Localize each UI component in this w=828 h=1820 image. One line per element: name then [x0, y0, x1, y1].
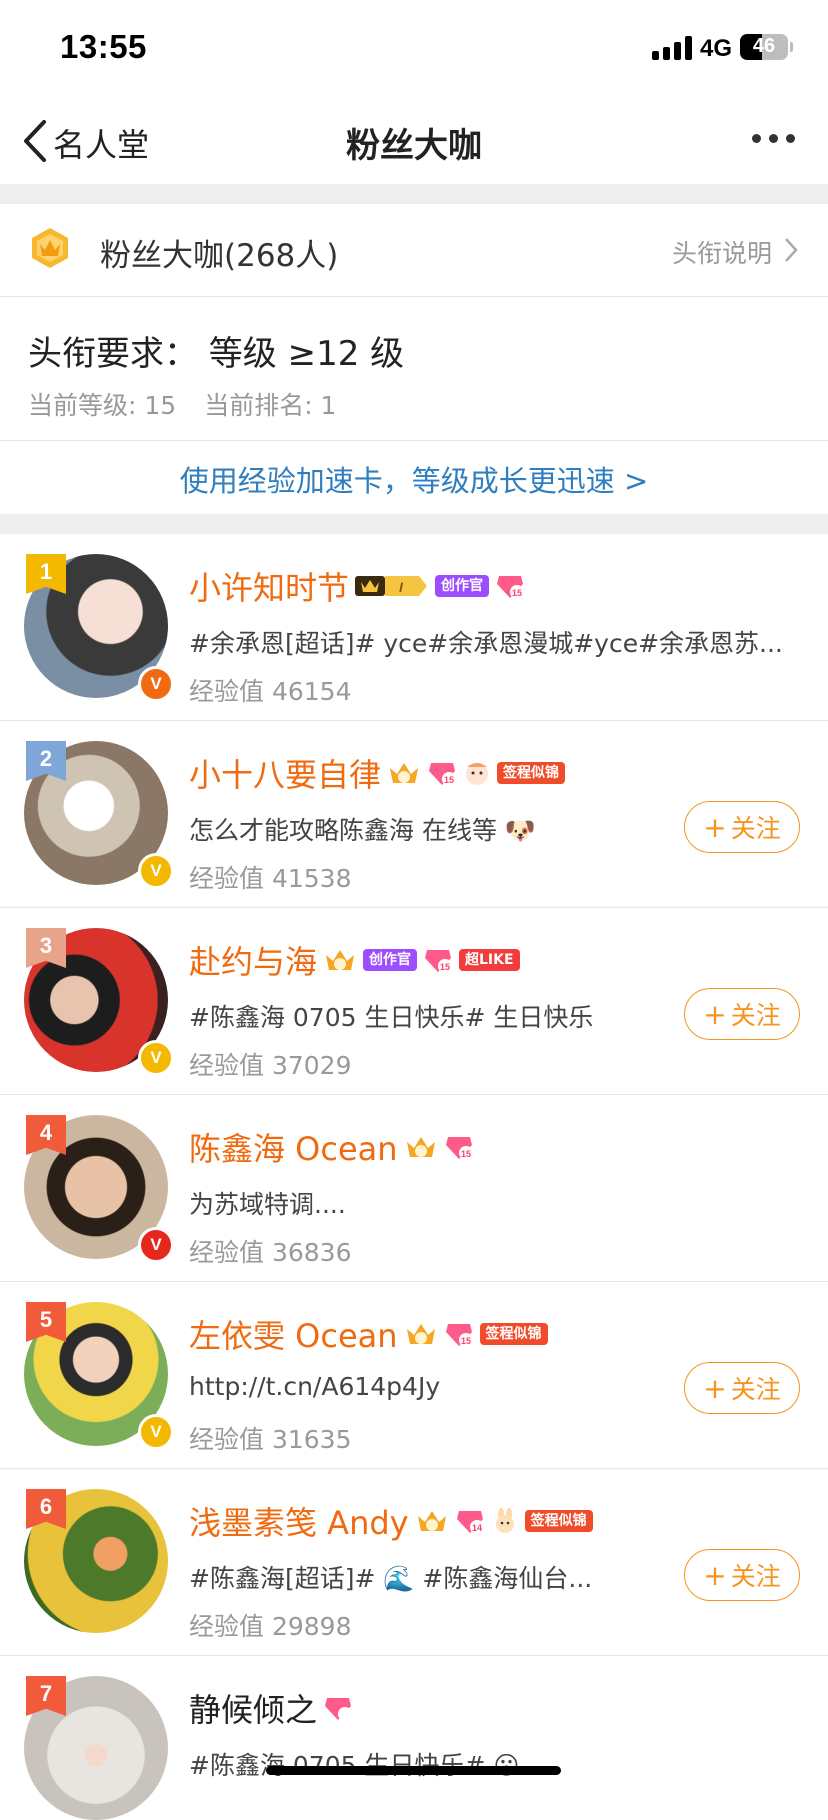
title-group-label: 粉丝大咖(268人) — [100, 238, 339, 274]
vip-level-icon: I — [355, 576, 428, 596]
divider — [0, 296, 828, 297]
svg-text:15: 15 — [440, 962, 450, 972]
verified-badge: V — [138, 1414, 174, 1450]
crown-icon — [417, 1511, 446, 1531]
crown-icon — [326, 950, 355, 970]
section-divider — [0, 514, 828, 534]
crown-icon — [390, 763, 419, 783]
exp-value: 经验值 31635 — [189, 1425, 352, 1454]
user-description: #陈鑫海[超话]# 🌊 #陈鑫海仙台... — [189, 1564, 593, 1593]
mascot-icon — [466, 763, 489, 785]
level-15-icon: 15 — [445, 1137, 473, 1160]
status-time: 13:55 — [60, 28, 147, 65]
level-info: 当前等级: 15 当前排名: 1 — [28, 386, 364, 422]
creator-chip: 创作官 — [435, 575, 490, 597]
user-description: #陈鑫海 0705 生日快乐# 😮 — [189, 1751, 519, 1780]
current-level: 当前等级: 15 — [28, 391, 177, 420]
requirement-text: 头衔要求： 等级 ≥12 级 — [28, 334, 405, 374]
home-indicator — [266, 1766, 561, 1775]
level-15-icon: 15 — [445, 1324, 473, 1347]
current-rank: 当前排名: 1 — [204, 391, 337, 420]
user-name[interactable]: 左依雯 Ocean — [189, 1311, 398, 1357]
verified-badge: V — [138, 666, 174, 702]
list-item[interactable]: 6 浅墨素笺 Andy 14 签程似锦 #陈鑫海[超话]# 🌊 #陈鑫海仙台..… — [0, 1469, 828, 1656]
bunny-icon — [495, 1508, 514, 1533]
user-description: #陈鑫海 0705 生日快乐# 生日快乐 — [189, 1003, 594, 1032]
user-name[interactable]: 浅墨素笺 Andy — [189, 1498, 409, 1544]
list-item[interactable]: 2 V 小十八要自律 15 签程似锦 怎么才能攻略陈鑫海 在线等 🐶 经验值 4… — [0, 721, 828, 908]
doge-emoji-icon: 🐶 — [504, 816, 537, 845]
user-description: #余承恩[超话]# yce#余承恩漫城#yce#余承恩苏... — [189, 629, 783, 658]
crown-icon — [406, 1324, 435, 1344]
verified-badge: V — [138, 853, 174, 889]
follow-button[interactable]: + 关注 — [684, 1549, 800, 1601]
battery-level: 46 — [752, 35, 776, 57]
list-item[interactable]: 1 V 小许知时节 I 创作官 15 #余承恩[超话]# yce#余承恩漫城#y… — [0, 534, 828, 721]
follow-label: 关注 — [730, 1001, 781, 1030]
creator-chip: 创作官 — [363, 949, 418, 971]
exp-boost-link[interactable]: 使用经验加速卡，等级成长更迅速 > — [0, 458, 828, 500]
user-description: 怎么才能攻略陈鑫海 在线等 🐶 — [189, 811, 536, 847]
user-name[interactable]: 赴约与海 — [189, 937, 317, 983]
svg-text:15: 15 — [512, 588, 522, 598]
user-name[interactable]: 小十八要自律 — [189, 750, 381, 796]
section-divider — [0, 184, 828, 204]
sign-chip: 签程似锦 — [479, 1323, 548, 1345]
crown-icon — [406, 1137, 435, 1157]
title-explain-link[interactable]: 头衔说明 — [672, 234, 772, 270]
follow-label: 关注 — [730, 1562, 781, 1591]
svg-text:15: 15 — [461, 1149, 471, 1159]
exp-value: 经验值 29898 — [189, 1612, 352, 1641]
list-item[interactable]: 4 V 陈鑫海 Ocean 15 为苏域特调.... 经验值 36836 — [0, 1095, 828, 1282]
page-title: 粉丝大咖 — [346, 126, 482, 166]
user-description: 为苏域特调.... — [189, 1190, 346, 1219]
list-item[interactable]: 3 V 赴约与海 创作官 15 超LIKE #陈鑫海 0705 生日快乐# 生日… — [0, 908, 828, 1095]
superlike-chip: 超LIKE — [459, 949, 520, 971]
exp-value: 经验值 41538 — [189, 864, 352, 893]
follow-label: 关注 — [730, 814, 781, 843]
verified-badge: V — [138, 1227, 174, 1263]
more-icon[interactable] — [752, 134, 795, 143]
exp-value: 经验值 36836 — [189, 1238, 352, 1267]
follow-button[interactable]: + 关注 — [684, 1362, 800, 1414]
battery-icon: 46 — [740, 34, 788, 60]
fan-vip-badge-icon — [32, 228, 68, 268]
signal-icon — [652, 36, 692, 60]
level-icon — [325, 1698, 353, 1721]
network-label: 4G — [700, 35, 733, 62]
desc-text: 怎么才能攻略陈鑫海 在线等 — [189, 816, 497, 845]
user-description[interactable]: http://t.cn/A614p4Jy — [189, 1372, 440, 1401]
divider — [0, 440, 828, 441]
follow-label: 关注 — [730, 1375, 781, 1404]
chevron-right-icon[interactable] — [783, 236, 799, 264]
user-name[interactable]: 小许知时节 — [189, 563, 349, 609]
level-15-icon: 15 — [497, 576, 525, 599]
user-name[interactable]: 静候倾之 — [189, 1685, 317, 1731]
follow-button[interactable]: + 关注 — [684, 988, 800, 1040]
svg-text:15: 15 — [444, 775, 454, 785]
sign-chip: 签程似锦 — [524, 1510, 593, 1532]
list-item[interactable]: 5 V 左依雯 Ocean 15 签程似锦 http://t.cn/A614p4… — [0, 1282, 828, 1469]
battery-tip — [790, 42, 793, 52]
exp-value: 经验值 46154 — [189, 677, 352, 706]
sign-chip: 签程似锦 — [497, 762, 566, 784]
verified-badge: V — [138, 1040, 174, 1076]
user-name[interactable]: 陈鑫海 Ocean — [189, 1124, 398, 1170]
exp-value: 经验值 37029 — [189, 1051, 352, 1080]
level-14-icon: 14 — [456, 1511, 484, 1534]
level-15-icon: 15 — [429, 763, 457, 786]
svg-text:14: 14 — [472, 1523, 482, 1533]
svg-text:15: 15 — [461, 1336, 471, 1346]
level-15-icon: 15 — [425, 950, 453, 973]
follow-button[interactable]: + 关注 — [684, 801, 800, 853]
